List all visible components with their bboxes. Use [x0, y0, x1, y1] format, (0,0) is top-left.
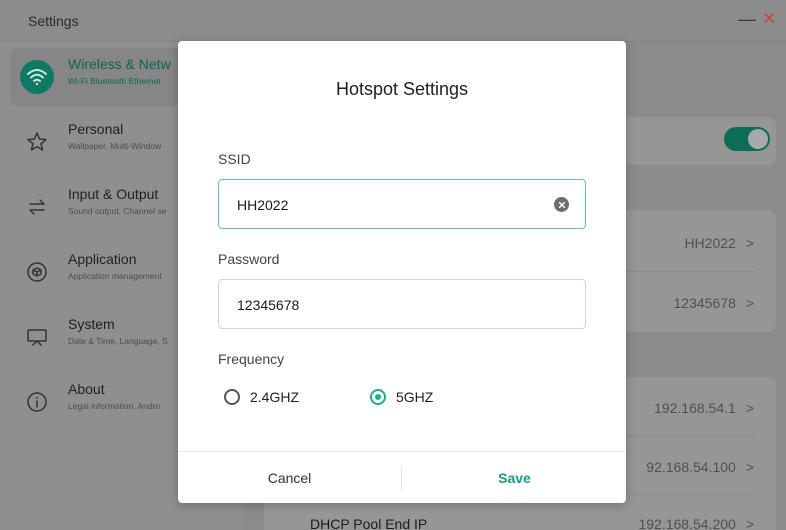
info-icon [20, 385, 54, 419]
chevron-right-icon: > [745, 235, 754, 251]
dhcp-end-row-text: 192.168.54.200 [638, 516, 736, 530]
chevron-right-icon: > [745, 400, 754, 416]
hotspot-toggle[interactable] [724, 127, 770, 151]
frequency-radio-2-4ghz[interactable]: 2.4GHZ [224, 385, 299, 409]
ssid-row-value[interactable]: HH2022 > [684, 235, 754, 251]
password-row-text: 12345678 [673, 295, 736, 311]
sidebar-item-label: Personal [68, 121, 124, 137]
ssid-row-text: HH2022 [684, 235, 736, 251]
ssid-label: SSID [218, 151, 251, 167]
save-button[interactable]: Save [403, 452, 626, 504]
sidebar-item-label: Application [68, 251, 137, 267]
ssid-input[interactable]: HH2022 [218, 179, 586, 229]
radio-button[interactable] [370, 389, 386, 405]
password-input-value: 12345678 [237, 297, 300, 313]
minimize-icon[interactable]: — [738, 9, 756, 30]
clear-icon[interactable] [554, 197, 569, 212]
ssid-input-value: HH2022 [237, 197, 289, 213]
dhcp-end-row-value[interactable]: 192.168.54.200 > [638, 516, 754, 530]
wifi-icon [20, 60, 54, 94]
title-bar: Settings — ✕ [0, 0, 786, 42]
sidebar-item-label: System [68, 316, 115, 332]
swap-arrows-icon [20, 190, 54, 224]
button-divider [401, 466, 402, 490]
gateway-row-value[interactable]: 192.168.54.1 > [654, 400, 754, 416]
radio-label: 2.4GHZ [250, 389, 300, 405]
radio-label: 5GHZ [396, 389, 434, 405]
frequency-radio-5ghz[interactable]: 5GHZ [370, 385, 433, 409]
dhcp-start-row-value[interactable]: 92.168.54.100 > [646, 459, 754, 475]
chevron-right-icon: > [745, 295, 754, 311]
sidebar-item-subtitle: Wallpaper, Multi-Window [68, 141, 162, 151]
sidebar-item-subtitle: Date & Time, Language, S [68, 336, 168, 346]
hotspot-settings-dialog: Hotspot Settings SSID HH2022 Password 12… [178, 41, 626, 503]
sidebar-item-label: Wireless & Netw [68, 56, 171, 72]
radio-button[interactable] [224, 389, 240, 405]
password-input[interactable]: 12345678 [218, 279, 586, 329]
dialog-footer: Cancel Save [178, 451, 626, 503]
password-label: Password [218, 251, 280, 267]
sidebar-item-label: Input & Output [68, 186, 159, 202]
toggle-knob [748, 129, 768, 149]
window-title: Settings [28, 13, 79, 29]
sidebar-item-subtitle: Legal information, Andro [68, 401, 161, 411]
sidebar-item-subtitle: Sound output, Channel se [68, 206, 167, 216]
sidebar-item-subtitle: Wi-Fi Bluetooth Ethernet [68, 76, 161, 86]
close-icon[interactable]: ✕ [762, 9, 776, 29]
dhcp-end-row-label: DHCP Pool End IP [310, 516, 428, 530]
chevron-right-icon: > [745, 516, 754, 530]
frequency-label: Frequency [218, 351, 285, 367]
sidebar-item-subtitle: Application management [68, 271, 162, 281]
cancel-button[interactable]: Cancel [178, 452, 401, 504]
cube-icon [20, 255, 54, 289]
dhcp-start-row-text: 92.168.54.100 [646, 459, 736, 475]
star-icon [20, 125, 54, 159]
sidebar-item-label: About [68, 381, 105, 397]
password-row-value[interactable]: 12345678 > [674, 295, 754, 311]
gateway-row-text: 192.168.54.1 [654, 400, 736, 416]
monitor-icon [20, 320, 54, 354]
dialog-title: Hotspot Settings [335, 79, 469, 99]
chevron-right-icon: > [745, 459, 754, 475]
